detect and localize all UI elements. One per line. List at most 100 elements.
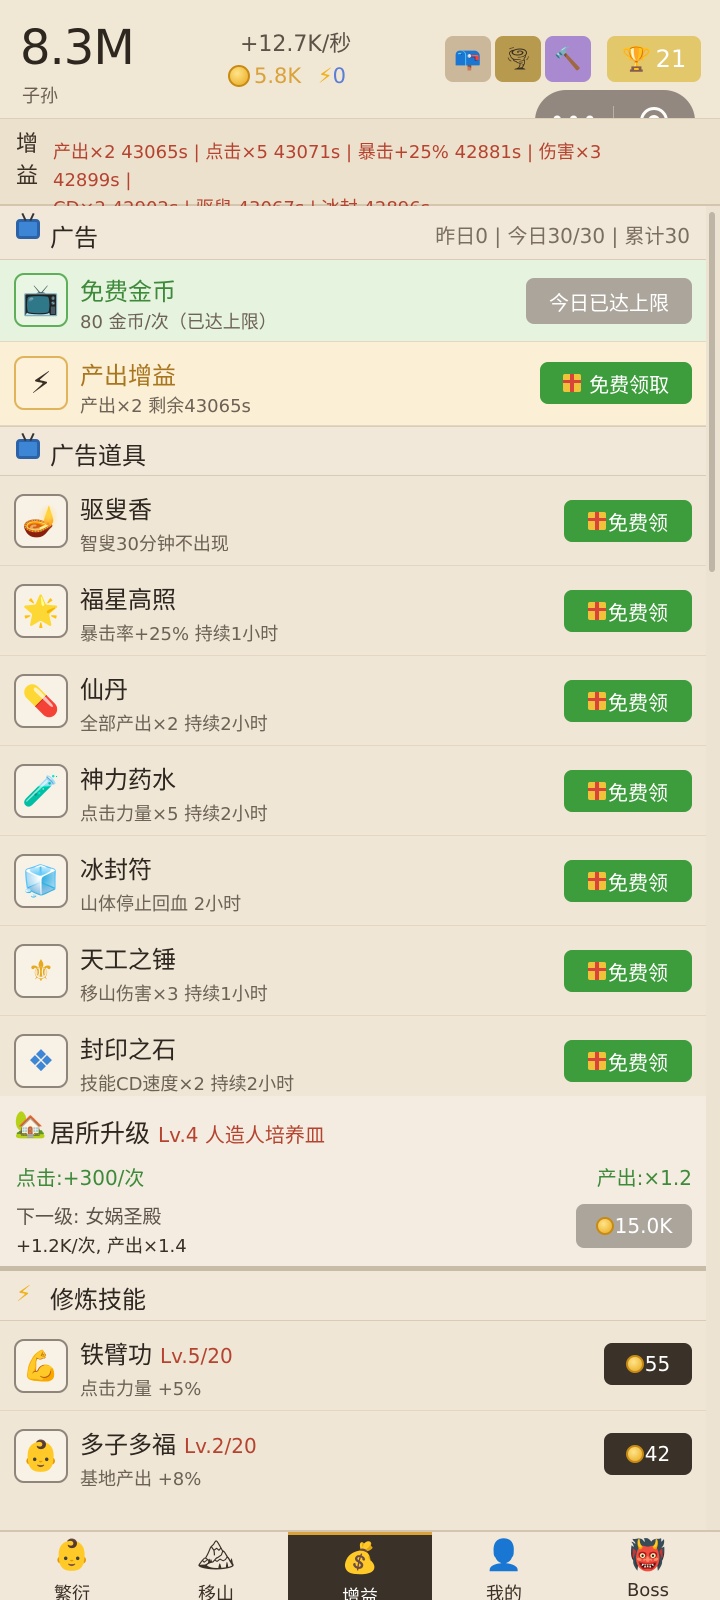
ad-items-section-header: 广告道具: [0, 426, 706, 476]
claim-item-button[interactable]: 免费领: [564, 500, 692, 542]
claim-label: 免费领: [608, 780, 668, 805]
gold-amount: 5.8K: [254, 64, 302, 88]
pill-icon: 💊: [14, 674, 68, 728]
nav-tab-move-mountain[interactable]: 🏔 移山: [144, 1532, 288, 1600]
claim-label: 免费领: [608, 870, 668, 895]
production-rate: +12.7K/秒: [240, 32, 352, 57]
scrollbar-thumb[interactable]: [709, 212, 715, 572]
mountain-icon: 🏔: [196, 1538, 236, 1573]
item-desc: 全部产出×2 持续2小时: [80, 714, 268, 735]
item-desc: 点击力量×5 持续2小时: [80, 804, 268, 825]
person-icon: 👤: [485, 1538, 523, 1573]
gift-icon: [588, 512, 606, 530]
ads-title: 广告: [50, 224, 98, 252]
hammer-icon: 🔨: [554, 46, 582, 72]
daily-limit-button[interactable]: 今日已达上限: [526, 278, 692, 324]
nav-tab-buffs[interactable]: 💰 增益: [288, 1532, 432, 1600]
energy-amount: 0: [332, 64, 346, 88]
skill-cost: 55: [644, 1352, 671, 1376]
currency-bar: 5.8K ⚡0: [228, 64, 346, 88]
claim-output-buff-button[interactable]: 免费领取: [540, 362, 692, 404]
nav-tab-reproduce[interactable]: 👶 繁衍: [0, 1532, 144, 1600]
item-desc: 暴击率+25% 持续1小时: [80, 624, 279, 645]
seal-stone-icon: ❖: [14, 1034, 68, 1088]
item-desc: 技能CD速度×2 持续2小时: [80, 1074, 295, 1095]
population-label: 子孙: [22, 86, 58, 107]
mailbox-icon: 📪: [454, 46, 482, 72]
gift-icon: [562, 374, 581, 392]
claim-label: 免费领: [608, 600, 668, 625]
upgrade-residence-button[interactable]: 15.0K: [576, 1204, 692, 1248]
nav-tab-profile[interactable]: 👤 我的: [432, 1532, 576, 1600]
gift-icon: [588, 962, 606, 980]
whirlwind-button[interactable]: 🌪: [495, 36, 541, 82]
buffs-line-1: 产出×2 43065s | 点击×5 43071s | 暴击+25% 42881…: [53, 142, 602, 191]
house-icon: 🏡: [14, 1110, 47, 1140]
claim-item-button[interactable]: 免费领: [564, 950, 692, 992]
nav-label: 我的: [486, 1584, 522, 1600]
gold-coin-icon: [595, 1217, 614, 1235]
gold-coin-icon: [228, 65, 250, 87]
item-name: 福星高照: [80, 586, 176, 614]
claim-label: 免费领取: [589, 372, 670, 397]
upgrade-skill-button[interactable]: 55: [604, 1343, 692, 1385]
skill-name-text: 铁臂功: [80, 1341, 152, 1369]
upgrade-skill-button[interactable]: 42: [604, 1433, 692, 1475]
nav-label: 增益: [342, 1587, 378, 1600]
ads-section-header: 广告 昨日0 | 今日30/30 | 累计30: [0, 206, 706, 260]
ogre-mask-icon: 👹: [629, 1538, 667, 1573]
item-name: 天工之锤: [80, 946, 176, 974]
top-header: 8.3M 子孙 +12.7K/秒 5.8K ⚡0 📪 🌪 🔨 🏆21 •••: [0, 0, 720, 152]
item-name: 封印之石: [80, 1036, 176, 1064]
output-buff-row: ⚡ 产出增益 产出×2 剩余43065s 免费领取: [0, 342, 706, 426]
lightning-icon: ⚡: [16, 1282, 32, 1307]
ice-cube-icon: 🧊: [14, 854, 68, 908]
claim-item-button[interactable]: 免费领: [564, 1040, 692, 1082]
tornado-icon: 🌪: [504, 46, 532, 72]
ads-stats: 昨日0 | 今日30/30 | 累计30: [435, 224, 690, 248]
trophy-icon: 🏆: [621, 45, 652, 73]
ad-items-title: 广告道具: [50, 442, 146, 470]
hammer-emblem-icon: ⚜: [14, 944, 68, 998]
potion-icon: 🧪: [14, 764, 68, 818]
skill-level: Lv.2/20: [184, 1434, 257, 1458]
trophy-button[interactable]: 🏆 21: [607, 36, 701, 82]
bottom-nav: 👶 繁衍 🏔 移山 💰 增益 👤 我的 👹 Boss: [0, 1530, 720, 1600]
gift-icon: [588, 872, 606, 890]
free-gold-desc: 80 金币/次（已达上限）: [80, 312, 277, 333]
active-buffs-bar: 增益 产出×2 43065s | 点击×5 43071s | 暴击+25% 42…: [0, 118, 720, 219]
mailbox-button[interactable]: 📪: [445, 36, 491, 82]
scrollbar[interactable]: [706, 206, 720, 1530]
nav-tab-boss[interactable]: 👹 Boss: [576, 1532, 720, 1600]
skill-desc: 点击力量 +5%: [80, 1379, 202, 1400]
item-desc: 山体停止回血 2小时: [80, 894, 242, 915]
output-buff-name: 产出增益: [80, 362, 176, 390]
claim-item-button[interactable]: 免费领: [564, 590, 692, 632]
buffs-tag: 增益: [16, 132, 39, 189]
residence-level: Lv.4 人造人培养皿: [158, 1123, 325, 1147]
claim-item-button[interactable]: 免费领: [564, 770, 692, 812]
upgrade-cost: 15.0K: [614, 1214, 673, 1238]
gift-icon: [588, 1052, 606, 1070]
nav-label: 繁衍: [54, 1584, 90, 1600]
item-desc: 移山伤害×3 持续1小时: [80, 984, 268, 1005]
skill-name: 铁臂功 Lv.5/20: [80, 1335, 233, 1370]
ad-item-row: 🧊 冰封符 山体停止回血 2小时 免费领: [0, 836, 706, 926]
baby-icon: 👶: [14, 1429, 68, 1483]
skills-section-header: ⚡ 修炼技能: [0, 1271, 706, 1321]
skill-desc: 基地产出 +8%: [80, 1469, 202, 1490]
trophy-count: 21: [655, 45, 687, 73]
skill-name-text: 多子多福: [80, 1431, 176, 1459]
hammer-button[interactable]: 🔨: [545, 36, 591, 82]
claim-item-button[interactable]: 免费领: [564, 680, 692, 722]
output-buff-desc: 产出×2 剩余43065s: [80, 396, 251, 417]
free-gold-row: 📺 免费金币 80 金币/次（已达上限） 今日已达上限: [0, 260, 706, 342]
skill-row: 💪 铁臂功 Lv.5/20 点击力量 +5% 55: [0, 1321, 706, 1411]
nav-label: Boss: [626, 1580, 670, 1600]
nav-label: 移山: [198, 1584, 234, 1600]
tv-icon: [16, 219, 40, 245]
claim-item-button[interactable]: 免费领: [564, 860, 692, 902]
population-count: 8.3M: [20, 20, 135, 76]
item-name: 神力药水: [80, 766, 176, 794]
item-name: 驱叟香: [80, 496, 152, 524]
